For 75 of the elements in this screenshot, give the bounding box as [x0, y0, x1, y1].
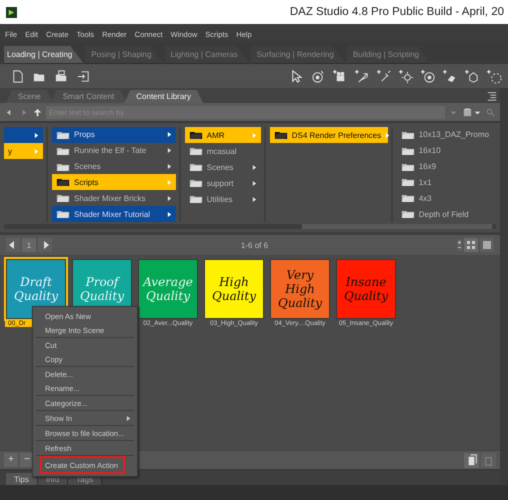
app-icon [6, 6, 17, 18]
folder-item[interactable]: Runnie the Elf - Tate [52, 142, 176, 159]
folder-icon [400, 162, 415, 172]
spotlight-icon[interactable] [355, 68, 370, 84]
folder-icon [400, 193, 415, 204]
folder-item[interactable]: DS4 Render Preferences [270, 127, 388, 143]
folder-icon [188, 178, 203, 188]
workspace-tab[interactable]: Lighting | Cameras [164, 46, 250, 64]
back-icon[interactable] [6, 238, 20, 252]
folder-item[interactable]: Props [52, 127, 176, 143]
pane-tab[interactable]: Smart Content [50, 90, 126, 103]
thumbnail-tile[interactable]: Very High Quality [270, 259, 330, 319]
thumbnail-tile[interactable]: High Quality [204, 259, 264, 319]
workspace-tab[interactable]: Building | Scripting [346, 46, 431, 64]
folder-icon [188, 146, 203, 156]
primitive-icon[interactable] [443, 68, 458, 84]
area-light-icon[interactable] [421, 68, 436, 84]
forward-icon[interactable] [38, 238, 52, 252]
folder-icon [56, 209, 70, 220]
folder-item[interactable]: Scripts [52, 174, 176, 190]
folder-item[interactable]: AMR [184, 127, 261, 143]
folder-item[interactable]: 16x10 [396, 142, 493, 159]
rotate-icon[interactable] [311, 68, 326, 84]
folder-item[interactable]: Shader Mixer Tutorial [52, 206, 176, 222]
result-count: 1-6 of 6 [240, 240, 270, 250]
thumbnail-tile[interactable]: Insane Quality [336, 259, 396, 319]
thumbnail-tile[interactable]: Average Quality [138, 259, 198, 319]
folder-icon [274, 130, 288, 140]
up-icon[interactable] [32, 106, 43, 118]
node-icon[interactable] [465, 68, 480, 84]
folder-item[interactable]: Scenes [184, 159, 261, 175]
folder-item[interactable]: y [4, 143, 43, 159]
folder-icon [400, 146, 415, 156]
scrollbar-thumb[interactable] [302, 224, 492, 229]
folder-item[interactable]: Scenes [52, 158, 176, 174]
folder-item[interactable]: support [184, 175, 261, 191]
folder-item[interactable]: 16x9 [396, 158, 493, 174]
toolbar-button[interactable]: + [4, 453, 18, 467]
folder-icon [400, 209, 415, 220]
folder-icon [56, 177, 70, 188]
database-icon[interactable] [462, 106, 482, 118]
folder-icon [56, 162, 70, 172]
folder-item[interactable]: Shader Mixer Bricks [52, 190, 176, 206]
folder-icon [56, 146, 70, 156]
import-icon[interactable] [76, 68, 91, 84]
copy-icon[interactable] [464, 452, 479, 468]
folder-icon [400, 130, 415, 140]
light-icon[interactable] [377, 68, 392, 84]
page-number: 1 [22, 238, 36, 252]
folder-item[interactable]: Depth of Field [396, 206, 493, 222]
folder-icon [188, 162, 203, 172]
folder-icon [188, 194, 203, 204]
group-icon[interactable] [487, 68, 502, 84]
folder-icon [188, 130, 203, 140]
pane-tab[interactable]: Scene [6, 90, 53, 103]
folder-item[interactable]: 10x13_DAZ_Promo [396, 127, 493, 143]
info-tab[interactable]: Tips [6, 473, 38, 485]
folder-icon [56, 130, 70, 140]
folder-icon[interactable] [54, 68, 69, 84]
folder-item[interactable]: Utilities [184, 191, 261, 207]
folder-icon [56, 193, 70, 204]
folder-icon [400, 177, 415, 188]
folder-item[interactable]: 1x1 [396, 174, 493, 190]
workspace-tab[interactable]: Surfacing | Rendering [250, 46, 346, 64]
zoom-stepper-icon[interactable] [457, 238, 462, 252]
folder-item[interactable]: mcasual [184, 143, 261, 159]
workspace-tab[interactable]: Posing | Shaping [85, 46, 164, 64]
point-light-icon[interactable] [399, 68, 414, 84]
list-view-icon[interactable] [480, 238, 494, 252]
pane-tab[interactable]: Content Library [124, 90, 203, 103]
workspace-tab[interactable]: Loading | Creating [4, 46, 84, 64]
grid-view-icon[interactable] [464, 238, 478, 252]
folder-item[interactable]: 4x3 [396, 190, 493, 206]
pane-menu-icon[interactable] [487, 91, 497, 101]
window-title: DAZ Studio 4.8 Pro Public Build - April, 20 [290, 6, 504, 18]
